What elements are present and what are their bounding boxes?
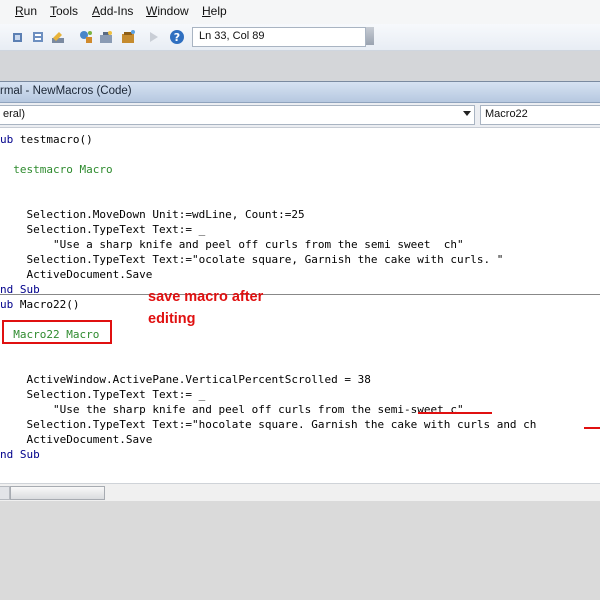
code-line: Selection.MoveDown Unit:=wdLine, Count:=… — [0, 208, 305, 221]
highlight-box — [2, 320, 112, 344]
menu-run[interactable]: Run — [15, 4, 37, 18]
code-line: ub testmacro() — [0, 133, 93, 146]
code-line: Selection.TypeText Text:="hocolate squar… — [0, 418, 537, 431]
horizontal-scrollbar[interactable] — [0, 483, 600, 501]
chevron-down-icon[interactable] — [463, 111, 471, 116]
code-line: ActiveDocument.Save — [0, 268, 153, 281]
code-line: ActiveDocument.Save — [0, 433, 153, 446]
help-icon[interactable]: ? — [169, 29, 185, 45]
menu-bar: Run Tools Add-Ins Window Help — [0, 0, 600, 25]
object-combo-value: eral) — [3, 108, 26, 120]
menu-add-ins[interactable]: Add-Ins — [92, 4, 133, 18]
object-browser-icon[interactable] — [78, 29, 94, 45]
annotation-text: save macro after editing — [148, 286, 263, 330]
scroll-left-button[interactable] — [0, 486, 10, 500]
annotation-line-1: save macro after — [148, 289, 264, 305]
code-line: "Use the sharp knife and peel off curls … — [0, 403, 464, 416]
procedure-combo-value: Macro22 — [485, 108, 528, 120]
combo-bar: eral) Macro22 — [0, 103, 600, 128]
workspace-background — [0, 51, 600, 81]
code-line: ActiveWindow.ActivePane.VerticalPercentS… — [0, 373, 371, 386]
scrollbar-thumb[interactable] — [10, 486, 105, 500]
code-editor[interactable]: ub testmacro() testmacro Macro Selection… — [0, 128, 600, 484]
menu-help[interactable]: Help — [202, 4, 227, 18]
code-comment-line: testmacro Macro — [0, 163, 113, 176]
menu-window[interactable]: Window — [146, 4, 189, 18]
cursor-position-box: Ln 33, Col 89 — [192, 27, 366, 47]
cursor-position-text: Ln 33, Col 89 — [199, 30, 265, 42]
properties-icon[interactable] — [50, 29, 66, 45]
code-line: nd Sub — [0, 448, 40, 461]
code-line: Selection.TypeText Text:= _ — [0, 223, 206, 236]
standard-toolbar: ? Ln 33, Col 89 — [0, 24, 600, 51]
procedure-separator — [0, 294, 600, 295]
code-window: rmal - NewMacros (Code) eral) Macro22 ub… — [0, 81, 600, 502]
workspace-background-bottom — [0, 501, 600, 600]
object-combo[interactable]: eral) — [0, 105, 475, 125]
menu-tools[interactable]: Tools — [50, 4, 78, 18]
code-line: "Use a sharp knife and peel off curls fr… — [0, 238, 464, 251]
toolbox-alt-icon[interactable] — [120, 29, 136, 45]
toolbox-icon[interactable] — [98, 29, 114, 45]
svg-text:?: ? — [174, 31, 180, 44]
project-explorer-icon[interactable] — [30, 29, 46, 45]
highlight-underline — [584, 427, 600, 429]
code-line: Selection.TypeText Text:="ocolate square… — [0, 253, 504, 266]
annotation-line-2: editing — [148, 311, 196, 327]
code-line: Selection.TypeText Text:= _ — [0, 388, 206, 401]
toolbar-grip[interactable] — [366, 27, 374, 45]
code-window-title: rmal - NewMacros (Code) — [0, 85, 132, 97]
code-line: ub Macro22() — [0, 298, 80, 311]
reset-icon[interactable] — [146, 29, 162, 45]
procedure-combo[interactable]: Macro22 — [480, 105, 600, 125]
code-window-titlebar[interactable]: rmal - NewMacros (Code) — [0, 82, 600, 103]
design-mode-icon[interactable] — [10, 29, 26, 45]
highlight-underline — [418, 412, 492, 414]
